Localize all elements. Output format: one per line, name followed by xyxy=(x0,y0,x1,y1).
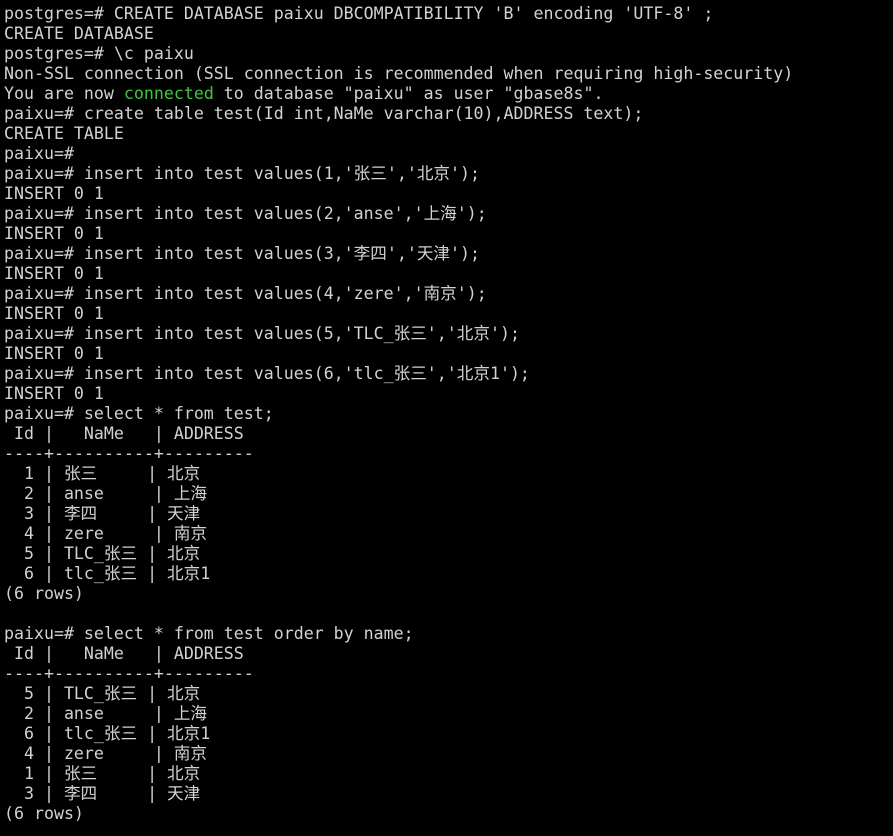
terminal-line: 1 | 张三 | 北京 xyxy=(4,764,201,783)
terminal-line: 3 | 李四 | 天津 xyxy=(4,504,201,523)
terminal-line: INSERT 0 1 xyxy=(4,184,104,203)
terminal-line: paixu=# create table test(Id int,NaMe va… xyxy=(4,104,644,123)
terminal-line: 5 | TLC_张三 | 北京 xyxy=(4,684,201,703)
terminal-line: paixu=# insert into test values(1,'张三','… xyxy=(4,164,480,183)
terminal-line: (6 rows) xyxy=(4,804,84,823)
terminal-line: 6 | tlc_张三 | 北京1 xyxy=(4,564,211,583)
terminal-line: paixu=# insert into test values(5,'TLC_张… xyxy=(4,324,520,343)
terminal-line: 1 | 张三 | 北京 xyxy=(4,464,201,483)
terminal-line: 4 | zere | 南京 xyxy=(4,744,208,763)
terminal-line: 5 | TLC_张三 | 北京 xyxy=(4,544,201,563)
terminal-line: INSERT 0 1 xyxy=(4,264,104,283)
terminal-line: INSERT 0 1 xyxy=(4,384,104,403)
terminal-line: You are now connected to database "paixu… xyxy=(4,84,893,104)
terminal-line: postgres=# CREATE DATABASE paixu DBCOMPA… xyxy=(4,4,714,23)
terminal-line: 3 | 李四 | 天津 xyxy=(4,784,201,803)
terminal-line: Id | NaMe | ADDRESS xyxy=(4,424,244,443)
terminal-line: CREATE DATABASE xyxy=(4,24,154,43)
terminal-line: 2 | anse | 上海 xyxy=(4,704,208,723)
terminal-line: Id | NaMe | ADDRESS xyxy=(4,644,244,663)
terminal-line: (6 rows) xyxy=(4,584,84,603)
terminal-line: paixu=# xyxy=(4,144,74,163)
terminal-line: INSERT 0 1 xyxy=(4,304,104,323)
terminal-line: paixu=# insert into test values(2,'anse'… xyxy=(4,204,487,223)
terminal-line: paixu=# insert into test values(6,'tlc_张… xyxy=(4,364,530,383)
terminal-line: Non-SSL connection (SSL connection is re… xyxy=(4,64,794,83)
terminal-text: to database "paixu" as user "gbase8s". xyxy=(213,84,604,103)
terminal-line: INSERT 0 1 xyxy=(4,344,104,363)
terminal-text: You are now xyxy=(4,84,124,103)
terminal-line: ----+----------+--------- xyxy=(4,444,254,463)
terminal-line: paixu=# insert into test values(4,'zere'… xyxy=(4,284,487,303)
terminal-line: paixu=# select * from test order by name… xyxy=(4,624,414,643)
terminal-line: 2 | anse | 上海 xyxy=(4,484,208,503)
terminal-line: 6 | tlc_张三 | 北京1 xyxy=(4,724,211,743)
terminal-line: CREATE TABLE xyxy=(4,124,124,143)
terminal-line: ----+----------+--------- xyxy=(4,664,254,683)
terminal-output[interactable]: postgres=# CREATE DATABASE paixu DBCOMPA… xyxy=(0,0,893,836)
terminal-line: 4 | zere | 南京 xyxy=(4,524,208,543)
terminal-line: paixu=# select * from test; xyxy=(4,404,274,423)
terminal-line: INSERT 0 1 xyxy=(4,224,104,243)
terminal-line: postgres=# \c paixu xyxy=(4,44,194,63)
connected-highlight: connected xyxy=(123,84,214,103)
terminal-line: paixu=# insert into test values(3,'李四','… xyxy=(4,244,480,263)
